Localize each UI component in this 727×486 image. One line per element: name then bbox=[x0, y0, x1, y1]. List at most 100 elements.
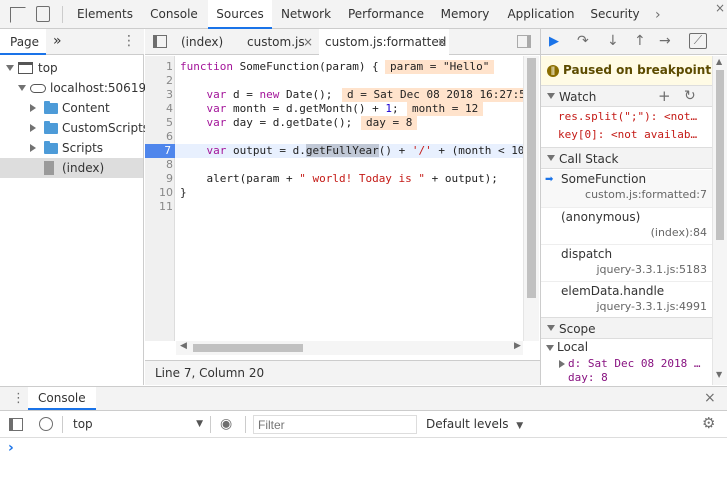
tab-page[interactable]: Page bbox=[0, 29, 46, 55]
line-number[interactable]: 4 bbox=[145, 102, 173, 116]
line-number[interactable]: 6 bbox=[145, 130, 173, 144]
step-into-icon[interactable]: ↓ bbox=[607, 34, 619, 48]
kebab-menu-icon[interactable]: ⋮ bbox=[122, 34, 136, 48]
scope-local-label: Local bbox=[557, 340, 589, 354]
inspect-element-icon[interactable] bbox=[10, 7, 26, 23]
drawer-tab-console[interactable]: Console bbox=[28, 387, 96, 410]
call-frame[interactable]: elemData.handle jquery-3.3.1.js:4991 bbox=[541, 281, 713, 318]
line-number[interactable]: 10 bbox=[145, 186, 173, 200]
tab-network[interactable]: Network bbox=[272, 0, 340, 29]
context-selector[interactable]: top ▼ bbox=[67, 413, 209, 436]
line-number[interactable]: 11 bbox=[145, 200, 173, 214]
call-frame[interactable]: (anonymous) (index):84 bbox=[541, 207, 713, 244]
divider bbox=[62, 6, 63, 23]
editor-horizontal-scrollbar[interactable]: ◀ ▶ bbox=[176, 341, 523, 355]
tree-item-file-index[interactable]: (index) bbox=[0, 158, 143, 178]
scrollbar-thumb[interactable] bbox=[716, 70, 724, 240]
watch-expression[interactable]: res.split(";"): <not… bbox=[558, 110, 708, 123]
tab-memory[interactable]: Memory bbox=[432, 0, 498, 29]
tab-console[interactable]: Console bbox=[140, 0, 208, 29]
add-watch-icon[interactable]: + bbox=[658, 89, 671, 104]
log-levels-dropdown[interactable]: Default levels ▼ bbox=[426, 413, 523, 436]
code-keyword: function bbox=[180, 60, 233, 73]
clear-console-icon[interactable] bbox=[39, 417, 53, 431]
scope-local[interactable]: Local bbox=[541, 340, 713, 355]
editor-tab-index[interactable]: (index) bbox=[175, 29, 237, 55]
close-tab-icon[interactable]: × bbox=[437, 36, 447, 48]
call-frame[interactable]: dispatch jquery-3.3.1.js:5183 bbox=[541, 244, 713, 281]
refresh-watch-icon[interactable]: ↻ bbox=[684, 89, 696, 103]
close-drawer-icon[interactable]: × bbox=[704, 391, 716, 405]
code-text: output = d. bbox=[226, 144, 306, 157]
drawer-menu-icon[interactable]: ⋮ bbox=[12, 392, 25, 405]
close-tab-icon[interactable]: × bbox=[303, 36, 313, 48]
divider bbox=[62, 416, 63, 433]
scroll-right-icon[interactable]: ▶ bbox=[514, 342, 521, 351]
line-number[interactable]: 2 bbox=[145, 74, 173, 88]
watch-section-header[interactable]: Watch + ↻ bbox=[541, 85, 713, 107]
collapse-arrow-icon bbox=[30, 104, 36, 112]
code-line-3: var d = new Date(); bbox=[180, 88, 333, 102]
toggle-debugger-icon[interactable] bbox=[517, 35, 531, 48]
editor-vertical-scrollbar[interactable] bbox=[523, 56, 539, 341]
tab-performance[interactable]: Performance bbox=[340, 0, 432, 29]
eye-icon[interactable]: ◉ bbox=[220, 417, 232, 431]
scrollbar-thumb[interactable] bbox=[193, 344, 303, 352]
call-stack-section-header[interactable]: Call Stack bbox=[541, 147, 713, 169]
device-toolbar-icon[interactable] bbox=[36, 6, 50, 22]
scrollbar-thumb[interactable] bbox=[527, 58, 536, 298]
scope-variable-day[interactable]: day: 8 bbox=[541, 371, 713, 385]
console-filter-input[interactable] bbox=[253, 415, 417, 434]
scroll-down-icon[interactable]: ▼ bbox=[716, 371, 722, 379]
step-out-icon[interactable]: ↑ bbox=[634, 34, 646, 48]
tab-security[interactable]: Security bbox=[584, 0, 646, 29]
call-frame-name: dispatch bbox=[561, 247, 613, 261]
call-frame-location: jquery-3.3.1.js:5183 bbox=[596, 263, 707, 276]
current-frame-arrow-icon: ➡ bbox=[545, 174, 554, 185]
code-keyword: var bbox=[206, 88, 227, 101]
section-title: Scope bbox=[559, 322, 596, 336]
breakpoint-marker[interactable]: 7 bbox=[145, 144, 175, 158]
paused-message: Paused on breakpoint bbox=[563, 63, 712, 77]
toggle-navigator-icon[interactable] bbox=[153, 35, 167, 48]
scope-section-header[interactable]: Scope bbox=[541, 317, 713, 339]
context-label: top bbox=[73, 417, 93, 431]
scroll-up-icon[interactable]: ▲ bbox=[716, 58, 722, 66]
console-settings-gear-icon[interactable]: ⚙ bbox=[702, 416, 715, 431]
line-number[interactable]: 5 bbox=[145, 116, 173, 130]
more-tabs-icon[interactable]: » bbox=[53, 34, 62, 48]
console-sidebar-icon[interactable] bbox=[9, 418, 23, 431]
inline-value-day: day = 8 bbox=[361, 116, 418, 130]
line-number[interactable]: 1 bbox=[145, 60, 173, 74]
code-text: () + bbox=[378, 144, 412, 157]
deactivate-breakpoints-icon[interactable]: ⟋ bbox=[689, 33, 707, 49]
step-over-icon[interactable]: ↷ bbox=[577, 34, 589, 48]
step-icon[interactable]: → bbox=[659, 34, 671, 48]
dropdown-arrow-icon: ▼ bbox=[516, 421, 524, 431]
console-toolbar: top ▼ ◉ Default levels ▼ ⚙ bbox=[0, 411, 727, 438]
debugger-scrollbar[interactable]: ▲ ▼ bbox=[712, 56, 727, 385]
editor-tab-customjs-formatted[interactable]: custom.js:formatted bbox=[319, 29, 449, 55]
pause-icon: ǁ bbox=[547, 65, 559, 77]
tab-application[interactable]: Application bbox=[498, 0, 584, 29]
expand-arrow-icon bbox=[546, 345, 554, 351]
prompt-chevron-icon: › bbox=[8, 440, 14, 456]
resume-icon[interactable]: ▶ bbox=[549, 35, 559, 48]
code-keyword: new bbox=[259, 88, 280, 101]
close-devtools-icon[interactable]: × bbox=[715, 2, 725, 14]
call-frame-location: custom.js:formatted:7 bbox=[585, 188, 707, 201]
console-prompt[interactable]: › bbox=[0, 438, 727, 486]
tab-elements[interactable]: Elements bbox=[70, 0, 140, 29]
call-frame[interactable]: ➡ SomeFunction custom.js:formatted:7 bbox=[541, 170, 713, 207]
scope-variable-d[interactable]: d: Sat Dec 08 2018 … bbox=[541, 357, 713, 371]
tab-sources[interactable]: Sources bbox=[208, 0, 272, 29]
editor-tabbar: (index) custom.js × custom.js:formatted … bbox=[145, 29, 540, 55]
watch-expression[interactable]: key[0]: <not availab… bbox=[558, 128, 708, 141]
log-levels-label: Default levels bbox=[426, 417, 509, 431]
call-frame-name: SomeFunction bbox=[561, 172, 647, 186]
line-number[interactable]: 9 bbox=[145, 172, 173, 186]
scroll-left-icon[interactable]: ◀ bbox=[180, 342, 187, 351]
line-number[interactable]: 8 bbox=[145, 158, 173, 172]
chevron-right-icon[interactable]: › bbox=[655, 8, 661, 22]
line-number[interactable]: 3 bbox=[145, 88, 173, 102]
